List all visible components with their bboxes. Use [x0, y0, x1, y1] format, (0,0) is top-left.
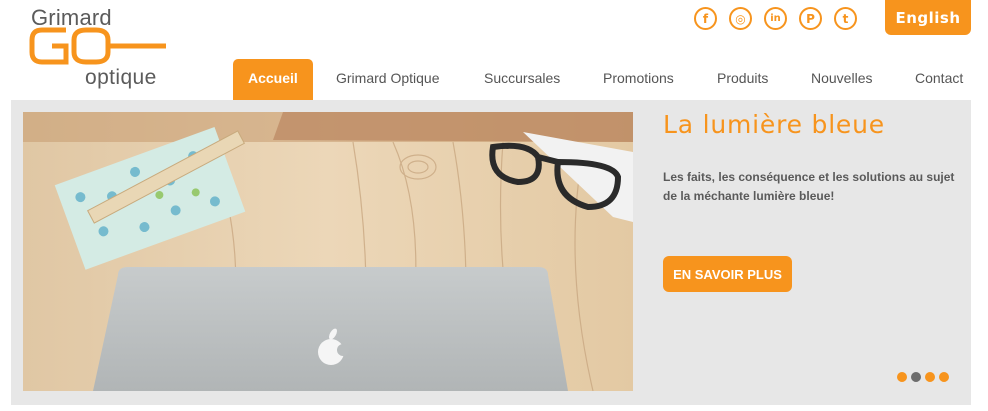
linkedin-icon[interactable]: in: [764, 7, 787, 30]
main-nav: Accueil Grimard Optique Succursales Prom…: [0, 59, 988, 100]
slider-dot-2[interactable]: [911, 372, 921, 382]
nav-item-succursales[interactable]: Succursales: [484, 59, 560, 100]
nav-item-accueil[interactable]: Accueil: [233, 59, 313, 100]
facebook-icon[interactable]: f: [694, 7, 717, 30]
nav-item-contact[interactable]: Contact: [915, 59, 963, 100]
pinterest-icon[interactable]: P: [799, 7, 822, 30]
learn-more-button[interactable]: EN SAVOIR PLUS: [663, 256, 792, 292]
nav-item-grimard-optique[interactable]: Grimard Optique: [336, 59, 439, 100]
slider-dot-3[interactable]: [925, 372, 935, 382]
slider-pagination: [897, 372, 949, 382]
slide-description: Les faits, les conséquence et les soluti…: [663, 170, 955, 203]
nav-item-nouvelles[interactable]: Nouvelles: [811, 59, 872, 100]
social-links: f ◎ in P t: [694, 7, 857, 30]
english-language-button[interactable]: English: [885, 0, 971, 35]
slider-dot-4[interactable]: [939, 372, 949, 382]
instagram-icon[interactable]: ◎: [729, 7, 752, 30]
nav-item-produits[interactable]: Produits: [717, 59, 768, 100]
twitter-icon[interactable]: t: [834, 7, 857, 30]
slide-image: [23, 112, 633, 391]
hero-slider: La lumière bleue Les faits, les conséque…: [11, 100, 971, 405]
slide-title: La lumière bleue: [663, 110, 885, 139]
nav-item-promotions[interactable]: Promotions: [603, 59, 674, 100]
slider-dot-1[interactable]: [897, 372, 907, 382]
desk-laptop-glasses-photo: [23, 112, 633, 391]
